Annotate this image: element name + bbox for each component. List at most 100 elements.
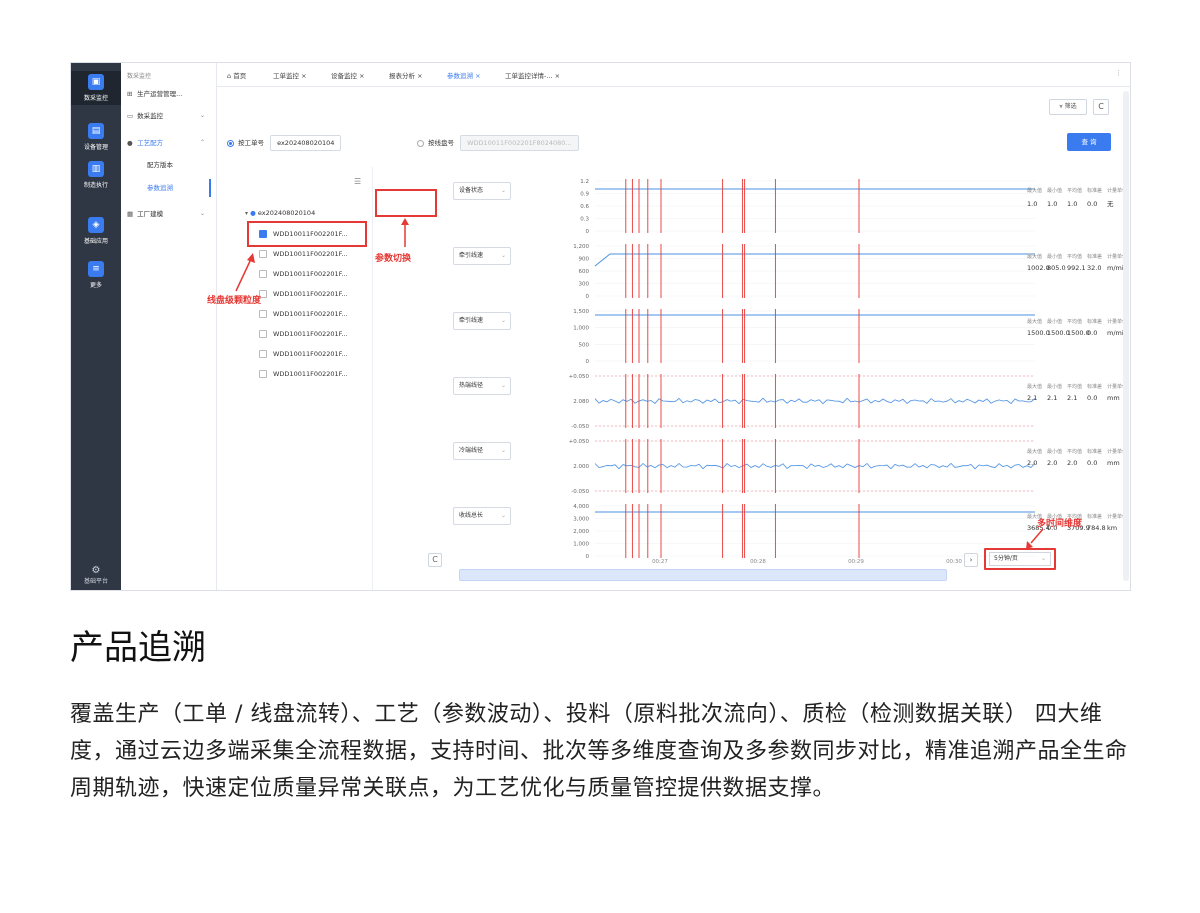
rail-bottom-platform[interactable]: ⚙ 基础平台: [71, 565, 121, 585]
filter-button[interactable]: ⩔ 筛选: [1049, 99, 1087, 115]
checkbox[interactable]: [259, 270, 267, 278]
y-tick-label: -0.050: [571, 489, 589, 495]
close-icon[interactable]: ×: [475, 72, 480, 80]
rail-item-label: 设备管理: [83, 144, 108, 151]
tree-child-label: WDD10011F002201F...: [273, 350, 348, 358]
checkbox[interactable]: [259, 330, 267, 338]
reset-button[interactable]: C: [428, 553, 442, 567]
tab-report[interactable]: 报表分析 ×: [389, 70, 423, 80]
rail-item-monitor[interactable]: ▣ 数采监控: [71, 71, 121, 105]
y-tick-label: 0: [586, 554, 590, 560]
chevron-down-icon: ⌄: [500, 382, 506, 389]
list-icon[interactable]: ☰: [354, 177, 361, 186]
checkbox[interactable]: [259, 350, 267, 358]
close-icon[interactable]: ×: [359, 72, 364, 80]
close-icon[interactable]: ×: [301, 72, 306, 80]
chevron-down-icon: ⌄: [500, 187, 506, 194]
coil-input[interactable]: WDD10011F002201F8024080...: [460, 135, 579, 151]
nav-item-label: 工艺配方: [137, 139, 164, 147]
tab-work-order[interactable]: 工单监控 ×: [273, 70, 307, 80]
y-tick-label: 4,000: [573, 504, 589, 510]
chevron-down-icon: ⌄: [199, 210, 205, 217]
gear-icon: ⚙: [91, 565, 101, 576]
nav-item-factory[interactable]: ▦ 工厂建模 ⌄: [127, 207, 211, 221]
tree-child[interactable]: WDD10011F002201F...: [259, 367, 348, 381]
rail-item-apps[interactable]: ◈ 基础应用: [71, 217, 121, 245]
tab-label: 参数追溯: [447, 72, 473, 80]
nav-sub-param-trace[interactable]: 参数追溯: [147, 181, 173, 195]
refresh-button[interactable]: C: [1093, 99, 1109, 115]
tree-child[interactable]: WDD10011F002201F...: [259, 287, 348, 301]
close-icon[interactable]: ×: [417, 72, 422, 80]
param-switch-annotation: 参数切换: [375, 254, 412, 264]
rail-item-more[interactable]: ≡ 更多: [71, 261, 121, 289]
rail-item-execution[interactable]: ▥ 制造执行: [71, 161, 121, 189]
param-select[interactable]: 收线总长 ⌄: [453, 507, 511, 525]
tab-label: 首页: [233, 72, 247, 80]
tree-child[interactable]: WDD10011F002201F...: [259, 327, 348, 341]
chevron-down-icon: ⌄: [1040, 555, 1046, 562]
stat-header: 最大值: [1027, 319, 1043, 325]
param-select[interactable]: 设备状态 ⌄: [453, 182, 511, 200]
vertical-scrollbar[interactable]: [1123, 91, 1129, 581]
tab-device[interactable]: 设备监控 ×: [331, 70, 365, 80]
refresh-icon: C: [1098, 102, 1104, 111]
chevron-down-icon: ⌄: [199, 112, 205, 119]
coil-radio[interactable]: [417, 139, 424, 147]
checkbox[interactable]: [259, 310, 267, 318]
checkbox[interactable]: [259, 370, 267, 378]
factory-icon: ▦: [127, 210, 134, 218]
next-page-button[interactable]: ›: [964, 553, 978, 567]
nav-item-recipe[interactable]: ● 工艺配方 ⌃: [127, 136, 211, 150]
more-vertical-icon[interactable]: ⋮: [1115, 69, 1122, 77]
tree-child[interactable]: WDD10011F002201F...: [259, 247, 348, 261]
stat-value: 805.0: [1047, 264, 1066, 272]
y-tick-label: 1,000: [573, 542, 589, 548]
work-order-input[interactable]: ex202408020104: [270, 135, 342, 151]
y-tick-label: -0.050: [571, 424, 589, 430]
tab-work-order-detail[interactable]: 工单监控详情-... ×: [505, 70, 560, 80]
tree-child[interactable]: WDD10011F002201F...: [259, 347, 348, 361]
time-range-slider[interactable]: [459, 569, 947, 581]
home-icon: ⌂: [227, 72, 232, 80]
chevron-down-icon: ⌄: [500, 252, 506, 259]
stat-header: 标准差: [1087, 384, 1103, 390]
tab-home[interactable]: ⌂ 首页: [227, 70, 246, 80]
granularity-select[interactable]: 5分钟/页 ⌄: [989, 552, 1051, 566]
stat-header: 最小值: [1047, 188, 1063, 194]
tab-param-trace[interactable]: 参数追溯 ×: [447, 70, 481, 80]
tree-child[interactable]: WDD10011F002201F...: [259, 267, 348, 281]
checkbox[interactable]: [259, 250, 267, 258]
close-icon[interactable]: ×: [555, 72, 560, 80]
tree-child-label: WDD10011F002201F...: [273, 370, 348, 378]
nav-sub-recipe-version[interactable]: 配方版本: [147, 158, 173, 172]
stat-value: 32.0: [1087, 264, 1102, 272]
nav-item-monitor[interactable]: ▭ 数采监控 ⌄: [127, 109, 211, 123]
stats-row: 最大值 最小值 平均值 标准差 计量单位 2.0 2.0 2.0 0.0 mm: [1027, 448, 1130, 467]
param-select[interactable]: 冷端线径 ⌄: [453, 442, 511, 460]
tree-child-label: WDD10011F002201F...: [273, 290, 348, 298]
stat-header: 平均值: [1067, 449, 1083, 455]
tab-label: 工单监控详情-...: [505, 72, 553, 80]
trend-charts: 1.2 0.9 0.6 0.3 0 1,200 900 600 300 0 1,500 1,000 50…: [569, 179, 1036, 565]
rail-item-device[interactable]: ▤ 设备管理: [71, 123, 121, 151]
y-tick-label: 0.6: [580, 204, 589, 210]
granularity-highlight: 5分钟/页 ⌄: [984, 548, 1056, 570]
work-order-radio[interactable]: [227, 139, 234, 147]
param-select-label: 设备状态: [459, 187, 484, 194]
stat-header: 标准差: [1087, 319, 1103, 325]
param-select[interactable]: 牵引线速 ⌄: [453, 247, 511, 265]
execution-icon: ▥: [88, 161, 104, 177]
tree-child-label: WDD10011F002201F...: [273, 310, 348, 318]
monitor-icon: ▭: [127, 112, 134, 120]
param-select[interactable]: 牵引线速 ⌄: [453, 312, 511, 330]
section-description: 覆盖生产（工单 / 线盘流转）、工艺（参数波动）、投料（原料批次流向）、质检（检…: [70, 702, 1128, 801]
nav-item-operations[interactable]: ⊞ 生产运营管理...: [127, 87, 182, 101]
tree-root[interactable]: ▾ ● ex202408020104: [245, 209, 315, 217]
y-tick-label: +0.050: [569, 374, 590, 380]
stat-value: 1.0: [1067, 200, 1078, 208]
param-select[interactable]: 热端线径 ⌄: [453, 377, 511, 395]
stats-row: 最大值 最小值 平均值 标准差 计量单位 1002.0805.0992.132.0 m/m…: [1027, 253, 1130, 272]
tree-child[interactable]: WDD10011F002201F...: [259, 307, 348, 321]
query-button[interactable]: 查 询: [1067, 133, 1111, 151]
